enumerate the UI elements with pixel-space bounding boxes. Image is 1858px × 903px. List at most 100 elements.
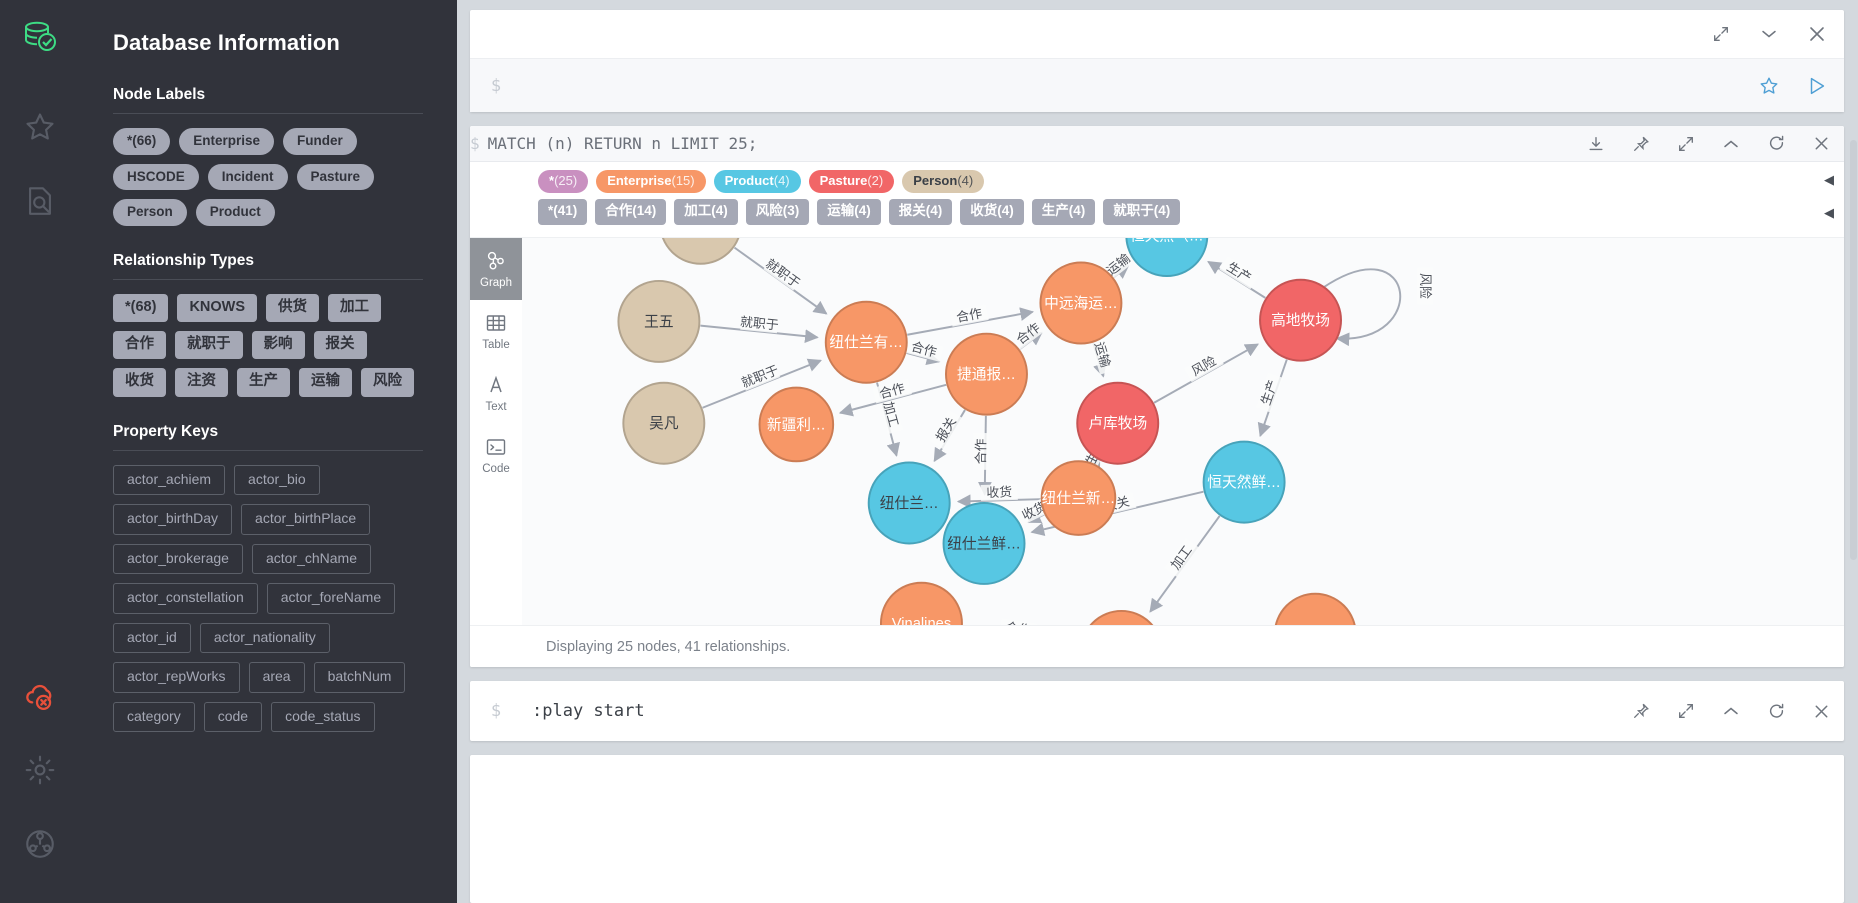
graph-edge[interactable]: 加工 — [1149, 515, 1221, 614]
graph-edge[interactable]: 生产 — [1207, 256, 1266, 299]
graph-node[interactable]: 吴凡 — [622, 382, 706, 465]
node-circle[interactable] — [758, 386, 835, 463]
legend-expand-nodes-icon[interactable]: ◀ — [1824, 172, 1834, 188]
legend-rel-chip-7[interactable]: 生产(4) — [1031, 199, 1096, 226]
relationship-type-chip-12[interactable]: 风险 — [361, 368, 414, 397]
legend-rel-chip-0[interactable]: *(41) — [538, 199, 588, 226]
node-label-chip-1[interactable]: Enterprise — [179, 128, 275, 155]
legend-rel-chip-3[interactable]: 风险(3) — [745, 199, 810, 226]
legend-node-chip-3[interactable]: Pasture(2) — [808, 170, 895, 194]
legend-node-chip-1[interactable]: Enterprise(15) — [596, 170, 706, 194]
graph-node[interactable]: 卢库牧场 — [1076, 382, 1160, 465]
expand-icon[interactable] — [1708, 21, 1734, 47]
relationship-type-chip-7[interactable]: 报关 — [313, 330, 367, 360]
sidebar-item-settings[interactable] — [0, 733, 79, 807]
legend-node-chip-4[interactable]: Person(4) — [902, 170, 985, 194]
collapse-icon[interactable] — [1718, 698, 1744, 724]
node-circle[interactable] — [1125, 238, 1209, 278]
legend-rel-chip-6[interactable]: 收货(4) — [960, 199, 1024, 226]
graph-canvas[interactable]: 就职于就职于就职于合作加工合作合作合作报关合作运输生产风险生产风险生产运输收货收… — [470, 238, 1844, 625]
graph-edge[interactable]: 合作 — [904, 337, 944, 366]
relationship-type-chip-5[interactable]: 就职于 — [175, 330, 243, 360]
property-key-chip-6[interactable]: actor_constellation — [113, 583, 258, 614]
sidebar-item-connection-status[interactable] — [0, 659, 79, 733]
node-circle[interactable] — [880, 581, 963, 625]
node-circle[interactable] — [824, 301, 908, 384]
collapse-icon[interactable] — [1718, 131, 1744, 157]
graph-visualization[interactable]: 就职于就职于就职于合作加工合作合作合作报关合作运输生产风险生产风险生产运输收货收… — [470, 238, 1844, 625]
graph-edge[interactable]: 收货 — [956, 484, 1041, 509]
graph-edge[interactable]: 报关 — [929, 409, 966, 463]
chevron-down-icon[interactable] — [1756, 21, 1782, 47]
graph-node[interactable]: 高地牧场 — [1259, 278, 1342, 362]
graph-edge[interactable]: 风险 — [1153, 343, 1259, 404]
property-key-chip-9[interactable]: actor_nationality — [199, 622, 330, 654]
close-icon[interactable] — [1804, 21, 1830, 47]
property-key-chip-2[interactable]: actor_birthDay — [113, 504, 233, 535]
graph-node[interactable]: 中远海运… — [1039, 261, 1123, 345]
download-icon[interactable] — [1583, 131, 1609, 157]
node-circle[interactable] — [1039, 261, 1123, 345]
legend-node-chip-0[interactable]: *(25) — [538, 170, 589, 194]
graph-node[interactable]: 捷通报… — [945, 332, 1028, 416]
node-label-chip-3[interactable]: HSCODE — [113, 163, 199, 191]
node-circle[interactable] — [1040, 460, 1117, 537]
property-key-chip-14[interactable]: code — [203, 701, 263, 733]
node-circle[interactable] — [1202, 440, 1286, 524]
relationship-type-chip-10[interactable]: 生产 — [237, 368, 290, 397]
relationship-type-chip-4[interactable]: 合作 — [113, 330, 166, 360]
node-circle[interactable] — [1274, 593, 1356, 625]
sidebar-item-about[interactable] — [0, 807, 79, 881]
property-key-chip-13[interactable]: category — [113, 701, 195, 733]
pin-icon[interactable] — [1628, 131, 1654, 157]
relationship-type-chip-2[interactable]: 供货 — [266, 293, 320, 322]
sidebar-item-guides[interactable] — [0, 164, 79, 238]
relationship-type-chip-1[interactable]: KNOWS — [177, 293, 258, 322]
relationship-type-chip-9[interactable]: 注资 — [175, 368, 228, 397]
property-key-chip-11[interactable]: area — [248, 662, 305, 693]
graph-edge[interactable]: 合作 — [907, 304, 1035, 336]
property-key-chip-7[interactable]: actor_foreName — [266, 583, 396, 614]
property-key-chip-3[interactable]: actor_birthPlace — [241, 504, 371, 535]
tab-code[interactable]: Code — [470, 424, 522, 486]
property-key-chip-4[interactable]: actor_brokerage — [113, 543, 243, 575]
relationship-type-chip-11[interactable]: 运输 — [299, 368, 352, 397]
legend-expand-rels-icon[interactable]: ◀ — [1824, 205, 1834, 221]
node-label-chip-4[interactable]: Incident — [207, 163, 288, 191]
graph-edge[interactable]: 合作 — [972, 416, 992, 497]
property-key-chip-8[interactable]: actor_id — [113, 622, 191, 654]
query-input[interactable] — [522, 76, 1756, 95]
property-key-chip-5[interactable]: actor_chName — [251, 543, 371, 575]
property-key-chip-12[interactable]: batchNum — [313, 662, 406, 693]
graph-node[interactable]: Vinalines — [880, 581, 963, 625]
pin-icon[interactable] — [1628, 698, 1654, 724]
tab-table[interactable]: Table — [470, 300, 522, 362]
graph-node[interactable]: 新疆利… — [758, 386, 835, 463]
node-circle[interactable] — [942, 502, 1026, 586]
node-circle[interactable] — [1081, 610, 1162, 625]
relationship-type-chip-6[interactable]: 影响 — [251, 330, 305, 360]
legend-rel-chip-1[interactable]: 合作(14) — [595, 199, 667, 226]
graph-node[interactable]: 恒天然（… — [1125, 238, 1209, 278]
graph-node[interactable]: 凯胜报… — [1081, 610, 1162, 625]
main-scrollbar[interactable] — [1850, 140, 1857, 560]
relationship-type-chip-8[interactable]: 收货 — [113, 368, 166, 397]
tab-text[interactable]: Text — [470, 362, 522, 424]
node-label-chip-2[interactable]: Funder — [283, 128, 357, 155]
close-icon[interactable] — [1808, 698, 1834, 724]
legend-node-chip-2[interactable]: Product(4) — [713, 170, 801, 194]
node-circle[interactable] — [1076, 382, 1160, 465]
database-check-icon[interactable] — [17, 14, 63, 60]
legend-rel-chip-5[interactable]: 报关(4) — [888, 199, 953, 226]
graph-node[interactable]: 纽仕兰新… — [1040, 460, 1117, 537]
node-circle[interactable] — [867, 461, 951, 545]
node-circle[interactable] — [622, 382, 706, 465]
expand-icon[interactable] — [1673, 698, 1699, 724]
graph-node[interactable]: 张三 — [660, 238, 741, 265]
refresh-icon[interactable] — [1763, 131, 1789, 157]
close-icon[interactable] — [1808, 131, 1834, 157]
property-key-chip-15[interactable]: code_status — [271, 701, 375, 733]
graph-node[interactable]: 纽仕兰鲜… — [942, 502, 1026, 586]
graph-node[interactable]: 纽仕兰有… — [824, 301, 908, 384]
run-query-button[interactable] — [1804, 73, 1830, 99]
